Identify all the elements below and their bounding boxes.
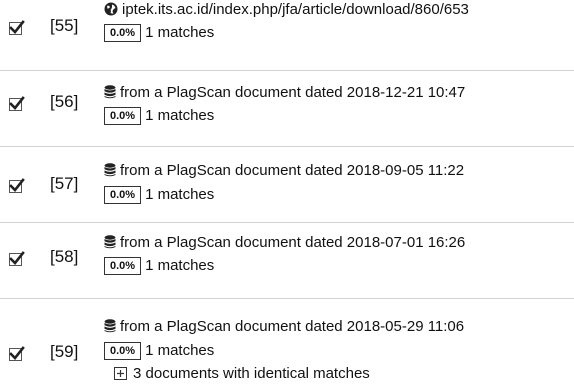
match-count: 1 matches xyxy=(145,186,215,203)
source-title[interactable]: from a PlagScan document dated 2018-09-0… xyxy=(104,162,464,182)
match-info: 0.0% 1 matches xyxy=(104,107,214,125)
checkmark-icon xyxy=(9,178,25,192)
source-checkbox[interactable] xyxy=(9,251,25,266)
source-checkbox[interactable] xyxy=(9,96,25,111)
source-text: iptek.its.ac.id/index.php/jfa/article/do… xyxy=(122,1,469,18)
source-text: from a PlagScan document dated 2018-12-2… xyxy=(120,84,466,101)
match-count: 1 matches xyxy=(145,24,215,41)
source-checkbox[interactable] xyxy=(9,346,25,361)
source-title[interactable]: from a PlagScan document dated 2018-07-0… xyxy=(104,234,465,254)
database-icon xyxy=(104,319,116,338)
source-number: [55] xyxy=(50,16,79,35)
percent-badge: 0.0% xyxy=(104,257,142,275)
percent-badge: 0.0% xyxy=(104,24,142,42)
source-number: [56] xyxy=(50,92,79,111)
source-text: from a PlagScan document dated 2018-09-0… xyxy=(120,162,465,179)
checkmark-icon xyxy=(9,346,25,360)
divider xyxy=(0,146,574,147)
identical-text: 3 documents with identical matches xyxy=(133,365,370,382)
percent-badge: 0.0% xyxy=(104,186,142,204)
source-title[interactable]: from a PlagScan document dated 2018-05-2… xyxy=(104,318,464,338)
match-count: 1 matches xyxy=(145,107,215,124)
source-list: [55] iptek.its.ac.id/index.php/jfa/artic… xyxy=(0,0,574,392)
divider xyxy=(0,70,574,71)
source-number: [58] xyxy=(50,247,79,266)
database-icon xyxy=(104,85,116,104)
match-info: 0.0% 1 matches xyxy=(104,342,214,360)
source-title[interactable]: from a PlagScan document dated 2018-12-2… xyxy=(104,84,465,104)
source-number: [59] xyxy=(50,342,79,361)
match-info: 0.0% 1 matches xyxy=(104,24,214,42)
percent-badge: 0.0% xyxy=(104,107,142,125)
divider xyxy=(0,222,574,223)
source-text: from a PlagScan document dated 2018-07-0… xyxy=(120,234,466,251)
globe-icon xyxy=(104,2,118,21)
database-icon xyxy=(104,163,116,182)
source-text: from a PlagScan document dated 2018-05-2… xyxy=(120,318,465,335)
match-info: 0.0% 1 matches xyxy=(104,257,214,275)
match-count: 1 matches xyxy=(145,342,215,359)
checkmark-icon xyxy=(9,20,25,34)
source-number: [57] xyxy=(50,174,79,193)
database-icon xyxy=(104,235,116,254)
percent-badge: 0.0% xyxy=(104,342,142,360)
source-checkbox[interactable] xyxy=(9,178,25,193)
divider xyxy=(0,298,574,299)
expand-plus-icon xyxy=(114,367,127,385)
match-info: 0.0% 1 matches xyxy=(104,186,214,204)
source-title[interactable]: iptek.its.ac.id/index.php/jfa/article/do… xyxy=(104,1,469,21)
checkmark-icon xyxy=(9,96,25,110)
identical-matches-toggle[interactable]: 3 documents with identical matches xyxy=(114,365,370,385)
source-checkbox[interactable] xyxy=(9,20,25,35)
match-count: 1 matches xyxy=(145,257,215,274)
checkmark-icon xyxy=(9,251,25,265)
